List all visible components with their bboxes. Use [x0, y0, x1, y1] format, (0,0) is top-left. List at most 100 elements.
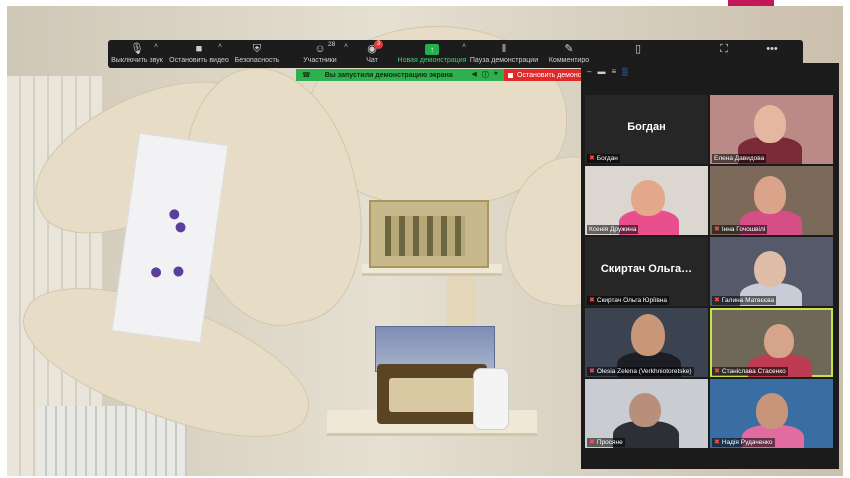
participant-name: Скиртач Ольга Юріївна	[596, 297, 667, 304]
participant-label: ✖ Просяне	[587, 438, 625, 447]
participant-name: Надія Рудаченко	[721, 439, 773, 446]
shield-icon: ⛨	[252, 43, 262, 55]
chat-badge: 3	[374, 40, 383, 49]
participant-video	[629, 393, 661, 427]
microphone-icon: 🎙	[130, 43, 144, 55]
participants-button[interactable]: ☺ 28 ˄ Участники	[292, 40, 348, 68]
participants-count: 28	[328, 41, 336, 48]
participant-tile-active[interactable]: ✖ Станіслава Стасенко	[710, 308, 833, 377]
phone-icon: ☎	[302, 72, 311, 79]
audio-icon[interactable]: ◀	[471, 70, 476, 80]
chevron-up-icon[interactable]: ˄	[462, 43, 466, 50]
chat-label: Чат	[366, 57, 378, 64]
participants-label: Участники	[303, 57, 337, 64]
participant-label: ✖ Надія Рудаченко	[712, 438, 775, 447]
participant-tile[interactable]: Ксенія Дружина	[585, 166, 708, 235]
speaker-view-icon[interactable]: ≡	[611, 67, 616, 77]
cart-label	[389, 378, 475, 412]
participant-label: ✖ Olesia Zelena (Verkhniotoretske)	[587, 367, 694, 376]
participant-name: Ксенія Дружина	[589, 226, 637, 233]
mic-muted-icon: ✖	[589, 297, 595, 304]
participant-tile[interactable]: ✖ Надія Рудаченко	[710, 379, 833, 448]
sharing-controls: ◀ ⓘ ●	[471, 70, 498, 80]
pencil-icon: ✎	[564, 43, 574, 55]
participant-tile[interactable]: Елена Давидова	[710, 95, 833, 164]
participant-label: ✖ Галина Матвєєва	[712, 296, 777, 305]
sharing-status-bar: ☎ Вы запустили демонстрацию экрана ◀ ⓘ ●	[296, 69, 504, 81]
mic-muted-icon: ✖	[714, 297, 720, 304]
new-share-button[interactable]: ↑ ˄ Новая демонстрация	[396, 40, 468, 68]
video-camera-icon: ■	[195, 43, 203, 55]
stop-share-button[interactable]: Остановить демонс	[504, 69, 584, 81]
flower-embroidery	[172, 265, 185, 278]
participant-name: Просяне	[596, 439, 623, 446]
mic-muted-icon: ✖	[589, 439, 595, 446]
gallery-view-icon[interactable]: ▒	[622, 67, 628, 77]
new-share-label: Новая демонстрация	[397, 57, 467, 64]
participant-tile[interactable]: Скиртач Ольга… ✖ Скиртач Ольга Юріївна	[585, 237, 708, 306]
participant-label: Ксенія Дружина	[587, 225, 639, 234]
flower-embroidery	[150, 266, 162, 279]
strip-view-icon[interactable]: ▬	[597, 67, 605, 77]
participant-label: ✖ Станіслава Стасенко	[712, 367, 788, 376]
participant-video	[764, 324, 794, 358]
mute-button[interactable]: 🎙 ˄ Выключить звук	[108, 40, 166, 68]
pause-icon: ‖	[501, 43, 507, 55]
stop-video-label: Остановить видео	[169, 57, 229, 64]
more-icon: •••	[766, 43, 778, 55]
participant-name: Богдан	[596, 155, 618, 162]
sharing-status-text: Вы запустили демонстрацию экрана	[324, 71, 453, 79]
mic-muted-icon: ✖	[714, 226, 720, 233]
security-label: Безопасность	[234, 57, 280, 64]
participant-tile[interactable]: ✖ Галина Матвєєва	[710, 237, 833, 306]
security-button[interactable]: ⛨ Безопасность	[232, 40, 282, 68]
accent-strip	[728, 0, 774, 6]
flower-embroidery	[168, 208, 180, 221]
participant-tile[interactable]: ✖ Просяне	[585, 379, 708, 448]
chevron-up-icon[interactable]: ˄	[218, 43, 222, 50]
video-gallery-panel: – ▬ ≡ ▒ Богдан ✖ Богдан Елена Давидова Кс…	[581, 63, 839, 469]
participant-video	[754, 251, 786, 287]
mic-muted-icon: ✖	[589, 368, 595, 375]
stop-video-button[interactable]: ■ ˄ Остановить видео	[168, 40, 230, 68]
participant-video	[631, 314, 665, 356]
pause-share-button[interactable]: ‖ Пауза демонстрации	[468, 40, 540, 68]
participant-video	[754, 105, 786, 143]
participant-tile[interactable]: Богдан ✖ Богдан	[585, 95, 708, 164]
mouse-icon: ▯	[634, 43, 642, 55]
participant-tile[interactable]: ✖ Olesia Zelena (Verkhniotoretske)	[585, 308, 708, 377]
expand-icon: ⛶	[720, 43, 728, 55]
chevron-up-icon[interactable]: ˄	[154, 43, 158, 50]
view-switcher: – ▬ ≡ ▒	[587, 67, 628, 77]
participant-label: ✖ Інна Гочошвілі	[712, 225, 768, 234]
participant-name: Станіслава Стасенко	[721, 368, 786, 375]
participant-label: ✖ Скиртач Ольга Юріївна	[587, 296, 669, 305]
participant-name: Olesia Zelena (Verkhniotoretske)	[596, 368, 692, 375]
chevron-up-icon[interactable]: ˄	[344, 43, 348, 50]
chat-button[interactable]: ◉ 3 Чат	[354, 40, 390, 68]
minimize-icon[interactable]: –	[587, 67, 591, 77]
participant-name: Елена Давидова	[714, 155, 765, 162]
participant-video	[756, 393, 788, 429]
participant-display-name: Скиртач Ольга…	[600, 263, 693, 275]
stop-share-label: Остановить демонс	[517, 71, 582, 79]
participant-tile[interactable]: ✖ Інна Гочошвілі	[710, 166, 833, 235]
shield-icon[interactable]: ●	[494, 70, 498, 80]
participant-display-name: Богдан	[627, 121, 666, 133]
stop-icon	[508, 72, 513, 78]
participants-icon: ☺	[314, 43, 326, 55]
mute-label: Выключить звук	[111, 57, 163, 64]
vase	[473, 368, 509, 430]
info-icon[interactable]: ⓘ	[482, 70, 489, 80]
mic-muted-icon: ✖	[714, 439, 720, 446]
participant-video	[631, 180, 665, 216]
participant-name: Інна Гочошвілі	[721, 226, 766, 233]
participant-label: ✖ Богдан	[587, 154, 620, 163]
pause-share-label: Пауза демонстрации	[469, 57, 539, 64]
share-screen-icon: ↑	[425, 43, 439, 56]
participant-label: Елена Давидова	[712, 154, 767, 163]
mic-muted-icon: ✖	[714, 368, 720, 375]
photo-people	[385, 216, 465, 256]
flower-embroidery	[174, 221, 187, 234]
participant-video	[754, 176, 786, 214]
